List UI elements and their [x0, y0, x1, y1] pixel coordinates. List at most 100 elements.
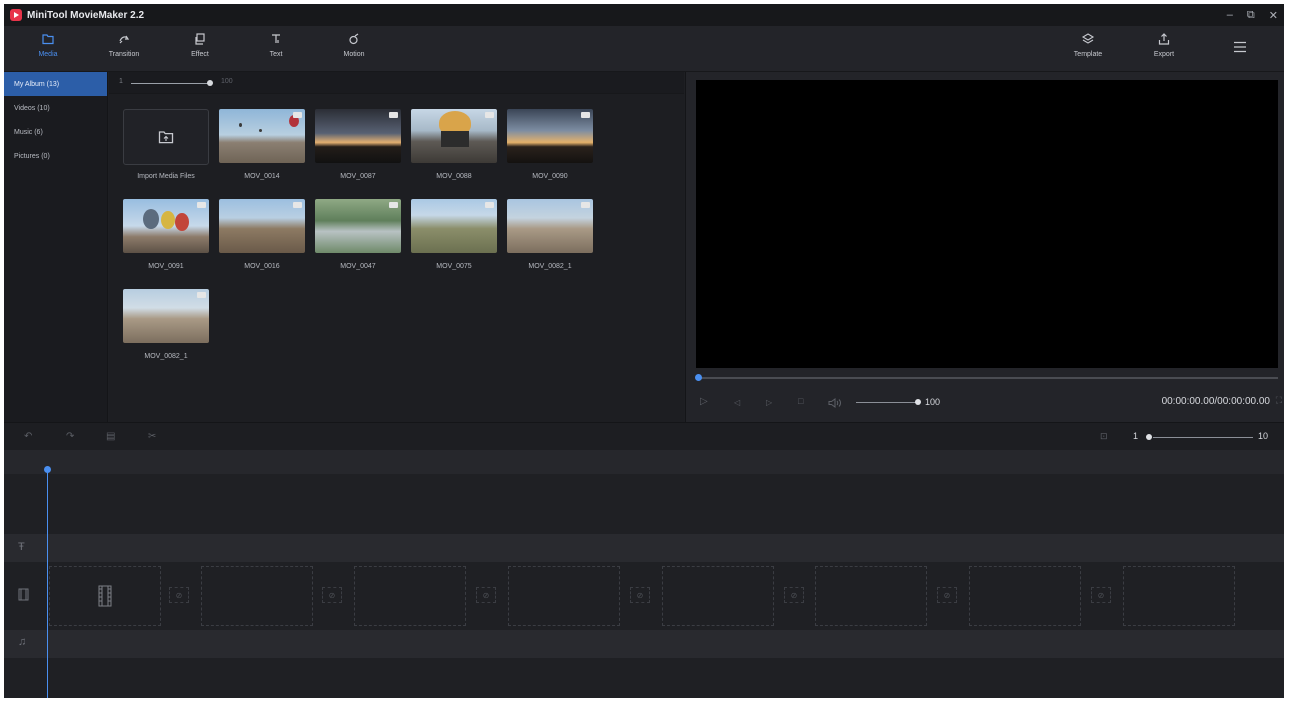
- balloon-shape: [175, 213, 189, 231]
- export-button[interactable]: Export: [1134, 32, 1194, 68]
- fit-timeline-icon[interactable]: ⊡: [1100, 431, 1108, 442]
- timeline-bottom-lane: [4, 658, 1284, 698]
- volume-value: 100: [925, 397, 941, 407]
- transition-slot[interactable]: ⊘: [784, 587, 804, 603]
- clip-thumbnail: [219, 199, 305, 253]
- timeline-ruler[interactable]: [4, 450, 1284, 474]
- balloon-shape: [259, 129, 262, 132]
- link-icon: ⊘: [636, 590, 644, 600]
- close-button[interactable]: ✕: [1269, 9, 1278, 22]
- transition-slot[interactable]: ⊘: [169, 587, 189, 603]
- video-drop-slot[interactable]: [815, 566, 927, 626]
- speaker-icon[interactable]: [828, 398, 842, 408]
- media-clip-tile[interactable]: MOV_0075: [411, 199, 497, 270]
- split-icon[interactable]: ✂: [148, 431, 156, 442]
- clip-thumbnail: [123, 289, 209, 343]
- transition-slot[interactable]: ⊘: [1091, 587, 1111, 603]
- transition-slot[interactable]: ⊘: [322, 587, 342, 603]
- balloon-shape: [143, 209, 159, 229]
- export-label: Export: [1153, 51, 1175, 58]
- thumbnail-zoom-row: 1 100: [109, 72, 684, 94]
- timeline-toolbar: ↶ ↷ ▤ ✂ ⊡ 1 10: [4, 422, 1284, 450]
- transition-slot[interactable]: ⊘: [630, 587, 650, 603]
- tab-transition[interactable]: Transition: [94, 32, 154, 68]
- timeline-playhead[interactable]: [47, 470, 48, 698]
- video-drop-slot[interactable]: [354, 566, 466, 626]
- previous-frame-icon[interactable]: ◁: [734, 398, 740, 407]
- minimize-button[interactable]: –: [1227, 9, 1233, 21]
- volume-handle[interactable]: [915, 399, 921, 405]
- import-media-button[interactable]: [123, 109, 209, 165]
- sidebar-item-my-album[interactable]: My Album (13): [4, 72, 107, 96]
- clip-name: MOV_0014: [244, 173, 280, 180]
- link-icon: ⊘: [328, 590, 336, 600]
- folder-icon: [42, 34, 54, 45]
- clip-name: MOV_0082_1: [528, 263, 572, 270]
- timeline-playhead-handle[interactable]: [44, 466, 51, 473]
- transition-slot[interactable]: ⊘: [937, 587, 957, 603]
- video-drop-slot[interactable]: [201, 566, 313, 626]
- redo-icon[interactable]: ↷: [66, 431, 74, 442]
- video-preview-screen[interactable]: [696, 80, 1278, 368]
- tab-motion[interactable]: Motion: [324, 32, 384, 68]
- video-drop-slot[interactable]: [969, 566, 1081, 626]
- tab-text[interactable]: Text: [246, 32, 306, 68]
- export-icon: [1158, 33, 1170, 45]
- audio-track[interactable]: ♫: [4, 630, 1284, 658]
- app-window: MiniTool MovieMaker 2.2 – ⧉ ✕ Media Tran…: [4, 4, 1284, 698]
- sidebar-item-pictures[interactable]: Pictures (0): [4, 144, 107, 168]
- playback-progress-bar[interactable]: [698, 377, 1278, 379]
- app-logo-icon: [10, 9, 22, 21]
- thumbnail-zoom-slider[interactable]: [131, 83, 209, 84]
- clip-thumbnail: [507, 199, 593, 253]
- window-controls: – ⧉ ✕: [1227, 4, 1278, 26]
- video-drop-slot[interactable]: [1123, 566, 1235, 626]
- balloon-shape: [161, 211, 175, 229]
- media-clip-tile[interactable]: MOV_0082_1: [507, 199, 593, 270]
- sidebar-item-music[interactable]: Music (6): [4, 120, 107, 144]
- playback-progress-handle[interactable]: [695, 374, 702, 381]
- text-track[interactable]: Ŧ: [4, 534, 1284, 562]
- delete-icon[interactable]: ▤: [106, 431, 115, 442]
- timeline-zoom-slider[interactable]: [1153, 437, 1253, 438]
- media-clip-tile[interactable]: MOV_0090: [507, 109, 593, 180]
- import-media-tile[interactable]: Import Media Files: [123, 109, 209, 180]
- sidebar-item-videos[interactable]: Videos (10): [4, 96, 107, 120]
- media-clip-tile[interactable]: MOV_0082_1: [123, 289, 209, 360]
- next-frame-icon[interactable]: ▷: [766, 398, 772, 407]
- media-clip-tile[interactable]: MOV_0088: [411, 109, 497, 180]
- media-clip-tile[interactable]: MOV_0047: [315, 199, 401, 270]
- video-drop-slot[interactable]: [508, 566, 620, 626]
- video-drop-slot[interactable]: [49, 566, 161, 626]
- template-button[interactable]: Template: [1058, 32, 1118, 68]
- play-icon[interactable]: ▷: [700, 396, 708, 407]
- transition-slot[interactable]: ⊘: [476, 587, 496, 603]
- balloon-shape: [239, 123, 242, 127]
- video-camera-icon: [389, 112, 398, 118]
- volume-slider[interactable]: [856, 402, 918, 403]
- link-icon: ⊘: [790, 590, 798, 600]
- video-camera-icon: [293, 202, 302, 208]
- media-clip-tile[interactable]: MOV_0014: [219, 109, 305, 180]
- timeline-zoom-handle[interactable]: [1146, 434, 1152, 440]
- fullscreen-icon[interactable]: ⛶: [1276, 395, 1282, 406]
- tab-effect[interactable]: Effect: [170, 32, 230, 68]
- album-sidebar: My Album (13) Videos (10) Music (6) Pict…: [4, 72, 108, 422]
- media-clip-tile[interactable]: MOV_0091: [123, 199, 209, 270]
- stop-icon[interactable]: □: [798, 396, 803, 406]
- restore-button[interactable]: ⧉: [1247, 9, 1255, 22]
- timeline-zoom-min: 1: [1133, 431, 1139, 441]
- media-clip-tile[interactable]: MOV_0016: [219, 199, 305, 270]
- tab-effect-label: Effect: [191, 51, 209, 58]
- thumbnail-zoom-handle[interactable]: [207, 80, 213, 86]
- video-drop-slot[interactable]: [662, 566, 774, 626]
- menu-button[interactable]: [1210, 40, 1270, 76]
- media-clip-tile[interactable]: MOV_0087: [315, 109, 401, 180]
- video-camera-icon: [485, 202, 494, 208]
- clip-name: MOV_0016: [244, 263, 280, 270]
- tab-media-label: Media: [38, 51, 58, 58]
- tab-media[interactable]: Media: [18, 32, 78, 68]
- undo-icon[interactable]: ↶: [24, 431, 32, 442]
- timeline-top-lane: [4, 474, 1284, 534]
- clip-name: MOV_0091: [148, 263, 184, 270]
